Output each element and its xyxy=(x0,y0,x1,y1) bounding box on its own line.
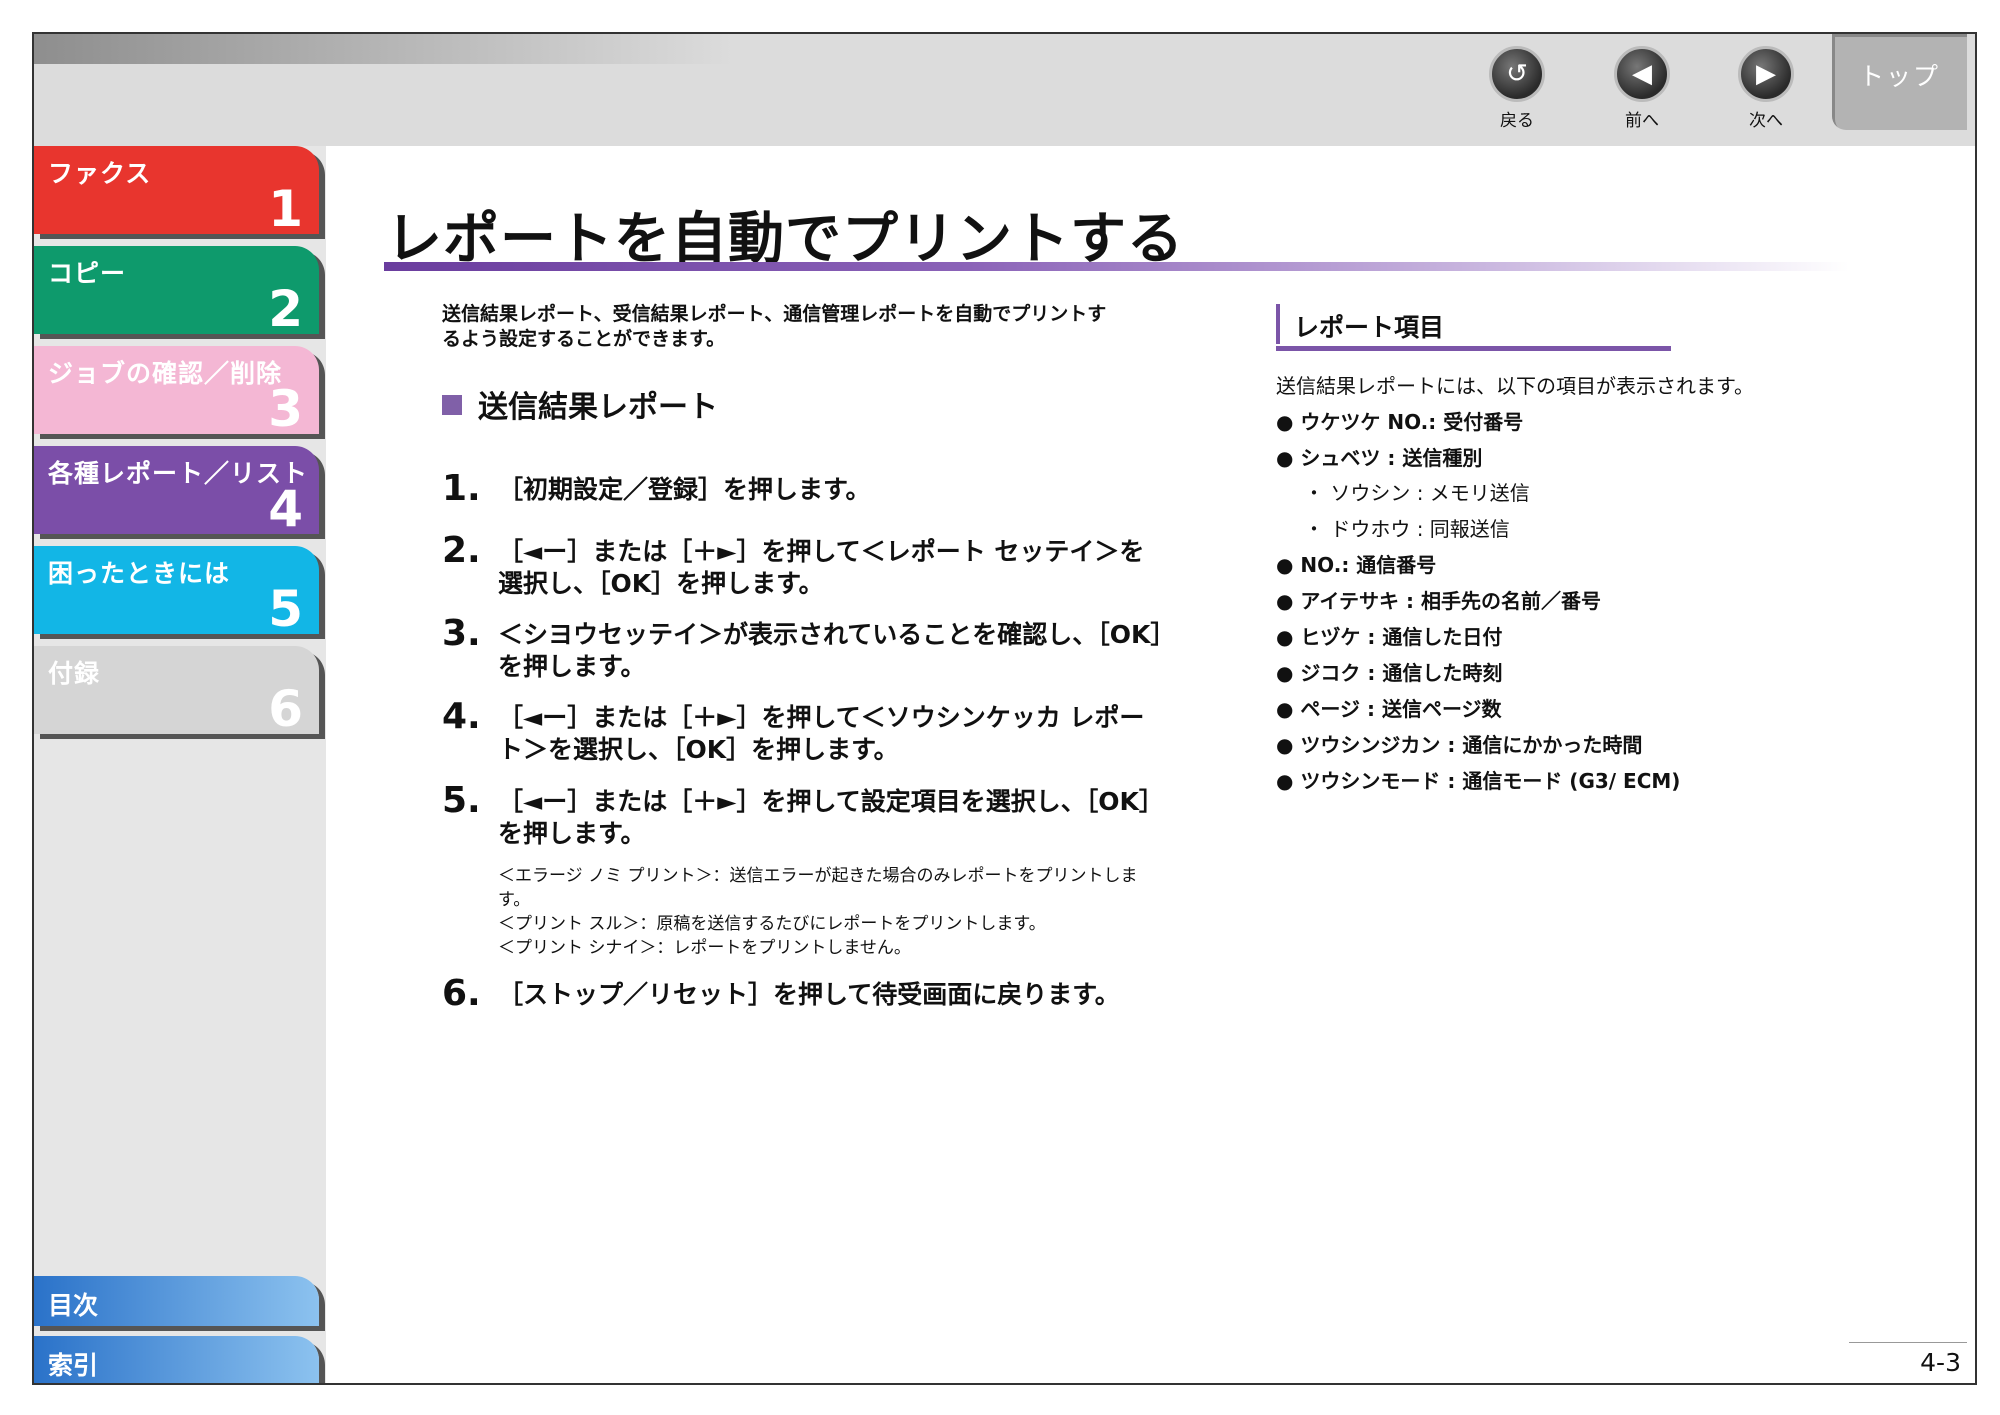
prev-arrow-icon: ◀ xyxy=(1614,46,1670,102)
top-button[interactable]: トップ xyxy=(1832,34,1967,130)
top-toolbar: ↺ 戻る ◀ 前へ ▶ 次へ トップ xyxy=(34,34,1975,146)
prev-label: 前へ xyxy=(1625,111,1659,131)
back-icon: ↺ xyxy=(1489,46,1545,102)
contents-label: 目次 xyxy=(48,1291,99,1320)
square-bullet-icon xyxy=(442,395,462,415)
chapter-tab-number: 1 xyxy=(268,180,303,238)
step-text: ［◄ー］または［＋►］を押して設定項目を選択し、［OK］を押します。 xyxy=(498,787,1164,848)
chapter-tab-label: コピー xyxy=(48,259,127,288)
document-page: ↺ 戻る ◀ 前へ ▶ 次へ トップ ファクス 1 コピー 2 ジョブの確認／削… xyxy=(32,32,1977,1385)
next-arrow-icon: ▶ xyxy=(1738,46,1794,102)
chapter-tab-label: ジョブの確認／削除 xyxy=(48,359,283,388)
back-button[interactable]: ↺ 戻る xyxy=(1482,46,1552,131)
next-label: 次へ xyxy=(1749,111,1783,131)
step-text: ＜シヨウセッテイ＞が表示されていることを確認し、［OK］を押します。 xyxy=(498,620,1163,681)
page-number-rule xyxy=(1849,1342,1967,1343)
report-item: ● アイテサキ : 相手先の名前／番号 xyxy=(1276,589,1601,613)
step-number: 6. xyxy=(442,973,481,1014)
chapter-tab-label: ファクス xyxy=(48,159,152,188)
report-subitem: ・ ドウホウ : 同報送信 xyxy=(1304,517,1510,541)
chapter-tab-job-status[interactable]: ジョブの確認／削除 3 xyxy=(34,346,319,438)
report-item: ● ヒヅケ : 通信した日付 xyxy=(1276,625,1503,649)
contents-button[interactable]: 目次 xyxy=(34,1276,319,1326)
report-items-intro: 送信結果レポートには、以下の項目が表示されます。 xyxy=(1276,374,1754,398)
prev-button[interactable]: ◀ 前へ xyxy=(1607,46,1677,131)
step-text: ［◄ー］または［＋►］を押して＜レポート セッテイ＞を選択し、［OK］を押します… xyxy=(498,537,1145,598)
report-items-heading: レポート項目 xyxy=(1276,304,1444,344)
section-heading: 送信結果レポート xyxy=(442,382,718,426)
next-button[interactable]: ▶ 次へ xyxy=(1731,46,1801,131)
report-item: ● ウケツケ NO.: 受付番号 xyxy=(1276,410,1524,434)
report-item: ● ツウシンジカン : 通信にかかった時間 xyxy=(1276,733,1643,757)
chapter-tab-number: 4 xyxy=(268,480,303,538)
chapter-tab-reports[interactable]: 各種レポート／リスト 4 xyxy=(34,446,319,538)
report-subitem: ・ ソウシン : メモリ送信 xyxy=(1304,481,1530,505)
report-item: ● ジコク : 通信した時刻 xyxy=(1276,661,1503,685)
step-5-notes: ＜エラージ ノミ プリント＞：送信エラーが起きた場合のみレポートをプリントします… xyxy=(498,864,1168,960)
report-item: ● ツウシンモード : 通信モード (G3/ ECM) xyxy=(1276,769,1681,793)
report-item: ● シュベツ : 送信種別 xyxy=(1276,446,1483,470)
toolbar-gradient xyxy=(34,34,734,64)
step-text: ［ストップ／リセット］を押して待受画面に戻ります。 xyxy=(498,980,1120,1009)
chapter-tab-number: 5 xyxy=(268,580,303,638)
step-number: 5. xyxy=(442,780,481,821)
chapter-tab-number: 6 xyxy=(268,680,303,738)
note-line: ＜プリント シナイ＞：レポートをプリントしません。 xyxy=(498,938,911,958)
chapter-tab-number: 2 xyxy=(268,280,303,338)
chapter-tab-label: 困ったときには xyxy=(48,559,231,588)
chapter-tab-fax[interactable]: ファクス 1 xyxy=(34,146,319,238)
chapter-tab-troubleshooting[interactable]: 困ったときには 5 xyxy=(34,546,319,638)
chapter-sidebar: ファクス 1 コピー 2 ジョブの確認／削除 3 各種レポート／リスト 4 困っ… xyxy=(34,146,326,1383)
step-number: 4. xyxy=(442,696,481,737)
step-number: 2. xyxy=(442,530,481,571)
back-label: 戻る xyxy=(1500,111,1534,131)
index-button[interactable]: 索引 xyxy=(34,1336,319,1383)
report-item: ● ページ : 送信ページ数 xyxy=(1276,697,1502,721)
chapter-tab-number: 3 xyxy=(268,380,303,438)
step-text: ［初期設定／登録］を押します。 xyxy=(498,475,871,504)
step-text: ［◄ー］または［＋►］を押して＜ソウシンケッカ レポート＞を選択し、［OK］を押… xyxy=(498,703,1145,764)
chapter-tab-copy[interactable]: コピー 2 xyxy=(34,246,319,338)
report-items-underline xyxy=(1276,346,1671,351)
index-label: 索引 xyxy=(48,1351,99,1380)
section-title: 送信結果レポート xyxy=(478,390,718,425)
chapter-tab-appendix[interactable]: 付録 6 xyxy=(34,646,319,738)
step-number: 1. xyxy=(442,468,481,509)
intro-text: 送信結果レポート、受信結果レポート、通信管理レポートを自動でプリントするよう設定… xyxy=(442,303,1107,350)
title-underline xyxy=(384,262,1849,271)
note-line: ＜プリント スル＞：原稿を送信するたびにレポートをプリントします。 xyxy=(498,914,1046,934)
note-line: ＜エラージ ノミ プリント＞：送信エラーが起きた場合のみレポートをプリントします… xyxy=(498,866,1138,910)
report-item: ● NO.: 通信番号 xyxy=(1276,553,1437,577)
page-number: 4-3 xyxy=(1920,1348,1961,1377)
step-number: 3. xyxy=(442,613,481,654)
chapter-tab-label: 付録 xyxy=(48,659,101,688)
